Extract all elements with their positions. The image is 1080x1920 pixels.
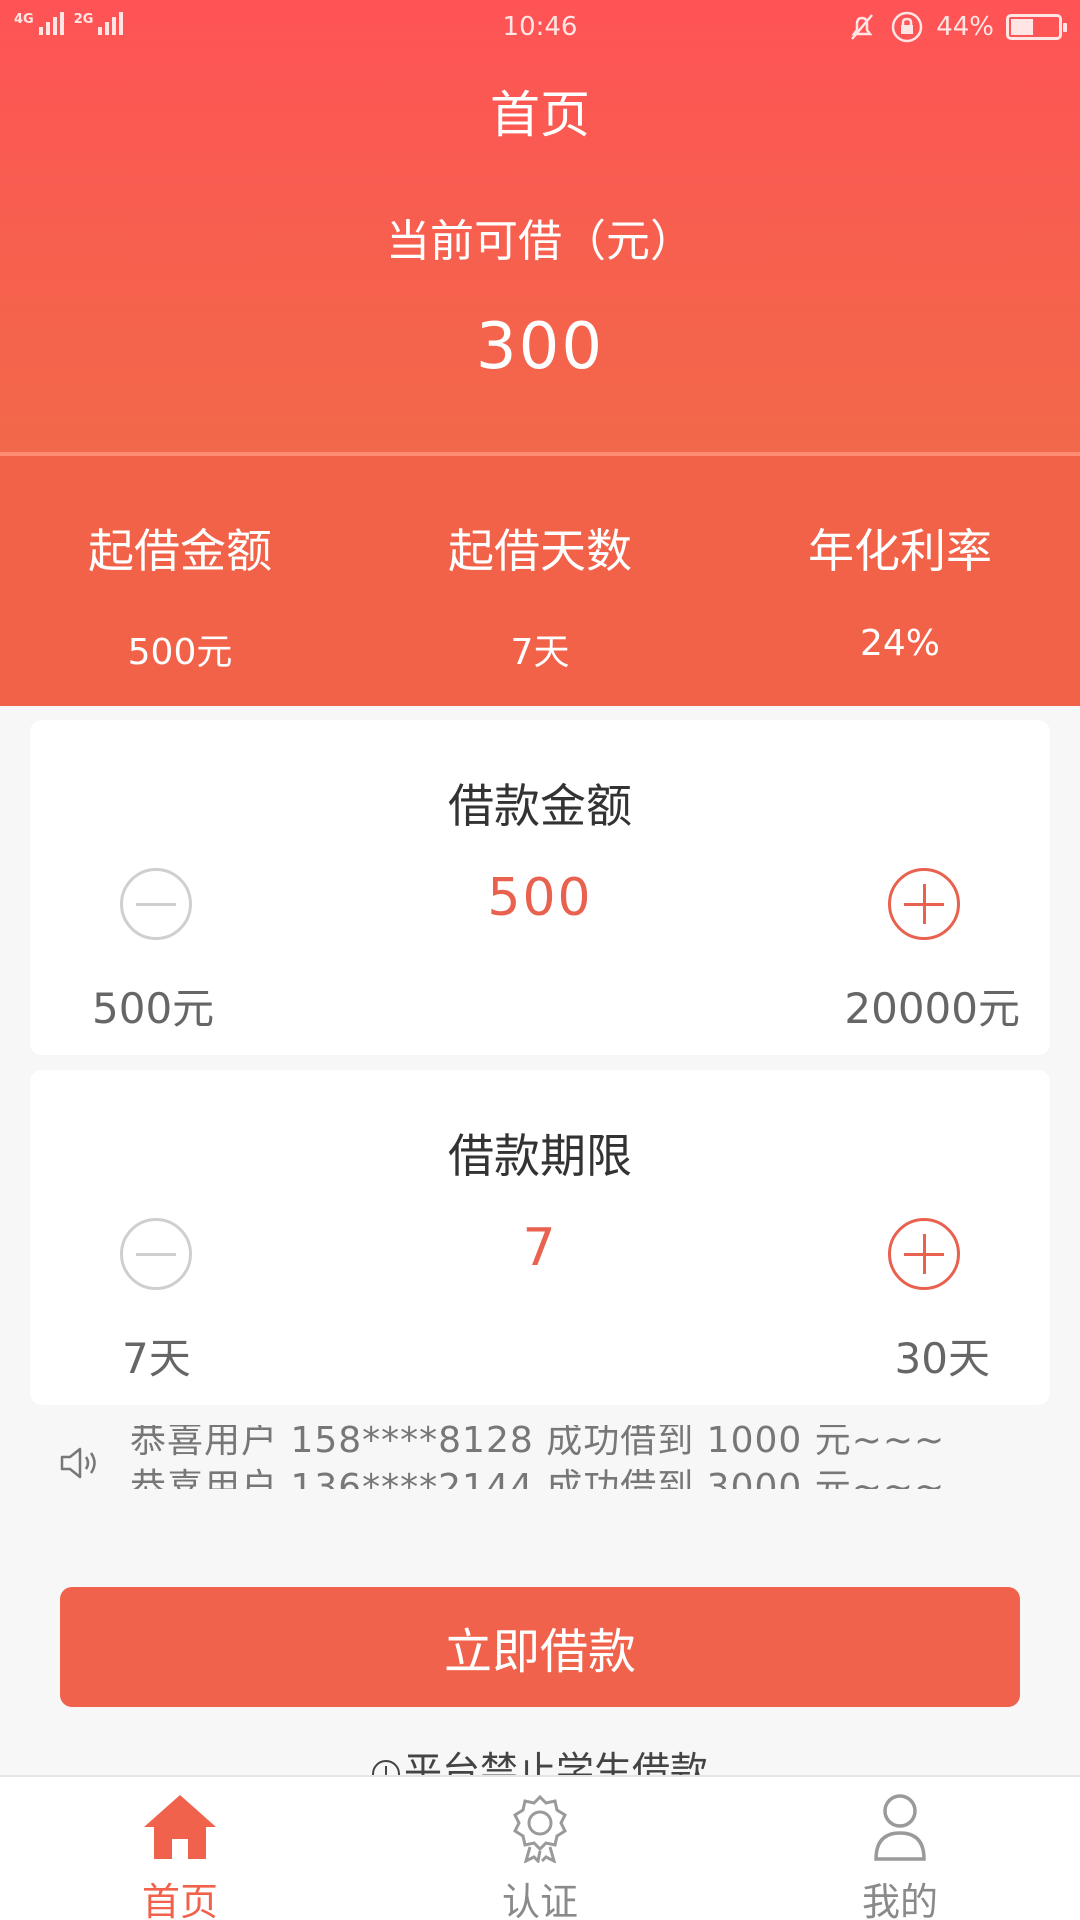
page-title: 首页 xyxy=(490,86,590,144)
amount-min-label: 500元 xyxy=(92,984,215,1033)
loan-term-card: 借款期限 7 7天 30天 xyxy=(30,1070,1050,1405)
nav-label: 首页 xyxy=(141,1880,218,1920)
nav-label: 我的 xyxy=(861,1880,938,1920)
mute-bell-icon xyxy=(851,14,874,40)
rotation-lock-icon xyxy=(891,11,923,43)
amount-increase-button[interactable] xyxy=(888,868,960,940)
screen: 4G 2G 10:46 44% 首页 当前可借（元） 300 起借金额 500元… xyxy=(0,0,1080,1920)
borrow-now-button[interactable]: 立即借款 xyxy=(60,1587,1020,1707)
bottom-nav: 首页 认证 我的 xyxy=(0,1775,1080,1920)
available-value: 300 xyxy=(475,310,605,384)
amount-max-label: 20000元 xyxy=(844,984,1020,1033)
available-label: 当前可借（元） xyxy=(386,216,694,267)
stat-value: 500元 xyxy=(127,632,233,673)
status-right: 44% xyxy=(846,10,1067,44)
nav-home[interactable]: 首页 xyxy=(0,1791,360,1920)
stat-value: 24% xyxy=(859,623,940,664)
term-min-label: 7天 xyxy=(122,1334,191,1383)
nav-profile[interactable]: 我的 xyxy=(720,1791,1080,1920)
status-bar: 4G 2G 10:46 44% xyxy=(0,0,1080,54)
nav-certification[interactable]: 认证 xyxy=(360,1791,720,1920)
speaker-icon xyxy=(60,1447,96,1479)
stat-annual-rate: 年化利率 24% xyxy=(720,515,1080,664)
marquee-line: 恭喜用户 136****2144 成功借到 3000 元~~~ xyxy=(130,1467,946,1489)
nav-label: 认证 xyxy=(501,1880,578,1920)
stat-value: 7天 xyxy=(510,632,570,673)
marquee-lines: 恭喜用户 158****8128 成功借到 1000 元~~~ 恭喜用户 136… xyxy=(130,1425,1000,1489)
info-icon: ! xyxy=(371,1759,400,1776)
student-notice: ! 平台禁止学生借款 xyxy=(0,1740,1080,1776)
certificate-icon xyxy=(513,1794,567,1865)
card-title: 借款期限 xyxy=(448,1129,632,1183)
stat-label: 起借金额 xyxy=(88,524,272,578)
battery-fill xyxy=(1011,19,1033,35)
battery-icon xyxy=(1006,14,1067,40)
stat-min-days: 起借天数 7天 xyxy=(360,515,720,675)
user-icon xyxy=(874,1794,926,1861)
home-icon xyxy=(144,1795,216,1859)
card-title: 借款金额 xyxy=(448,779,632,833)
battery-percent: 44% xyxy=(936,12,994,42)
stat-label: 年化利率 xyxy=(808,524,992,578)
loan-amount-card: 借款金额 500 500元 20000元 xyxy=(30,720,1050,1055)
term-increase-button[interactable] xyxy=(888,1218,960,1290)
marquee-line: 恭喜用户 158****8128 成功借到 1000 元~~~ xyxy=(130,1425,946,1461)
stat-label: 起借天数 xyxy=(448,524,632,578)
stat-min-amount: 起借金额 500元 xyxy=(0,515,360,675)
notice-text: 平台禁止学生借款 xyxy=(403,1749,708,1776)
announcement-marquee: 恭喜用户 158****8128 成功借到 1000 元~~~ 恭喜用户 136… xyxy=(0,1425,1080,1495)
term-max-label: 30天 xyxy=(894,1334,990,1383)
